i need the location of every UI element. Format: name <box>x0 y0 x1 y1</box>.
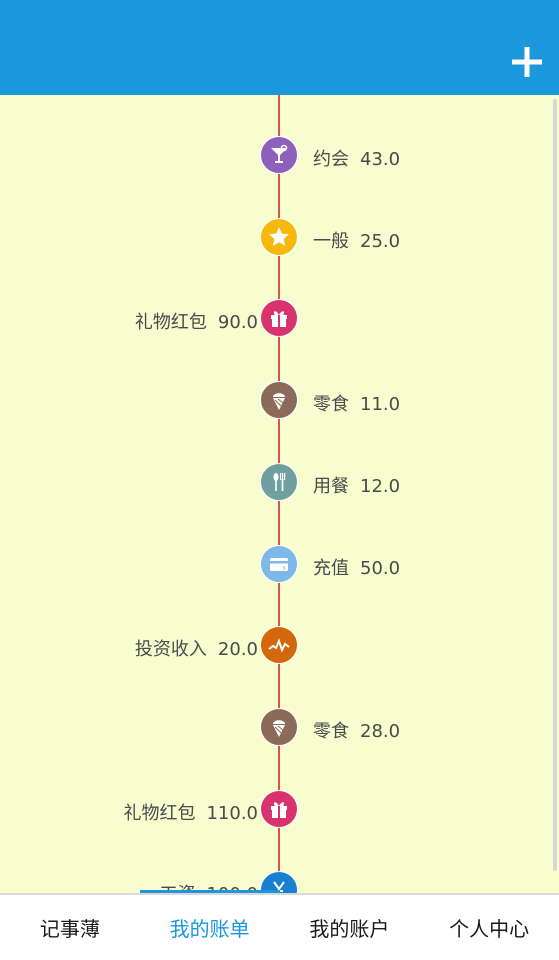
entry-amount: 50.0 <box>360 557 401 579</box>
entry-amount: 20.0 <box>217 639 258 661</box>
scrollbar[interactable] <box>553 99 557 871</box>
entry-category: 零食 <box>313 394 349 416</box>
cocktail-icon <box>260 136 298 174</box>
tab-profile[interactable]: 个人中心 <box>419 895 559 960</box>
entry-category: 用餐 <box>313 475 349 497</box>
svg-text:$: $ <box>283 565 286 571</box>
entry-amount: 90.0 <box>217 312 258 334</box>
entry-text: 一般 25.0 <box>313 227 400 253</box>
entry-text: 用餐 12.0 <box>313 472 400 498</box>
star-icon <box>260 217 298 256</box>
ice-cream-icon <box>260 381 298 420</box>
entry-category: 零食 <box>313 720 349 742</box>
entry-category: 投资收入 <box>134 639 207 661</box>
timeline-entry[interactable]: 零食 11.0 <box>0 381 559 421</box>
entry-amount: 25.0 <box>360 230 401 252</box>
entry-amount: 110.0 <box>206 802 258 824</box>
entry-category: 约会 <box>313 149 349 170</box>
trend-icon <box>260 626 298 665</box>
app-header <box>0 0 559 95</box>
card-icon: $ <box>260 544 298 583</box>
timeline-entry[interactable]: 一般 25.0 <box>0 217 559 258</box>
entry-category: 礼物红包 <box>134 312 207 334</box>
tab-my-bills[interactable]: 我的账单 <box>140 895 280 960</box>
plus-icon <box>512 47 542 77</box>
entry-amount: 12.0 <box>360 475 401 497</box>
entry-amount: 28.0 <box>360 720 401 742</box>
entry-category: 一般 <box>313 230 349 252</box>
entry-text: 约会 43.0 <box>313 145 400 171</box>
utensils-icon <box>260 462 298 501</box>
entry-text: 礼物红包 90.0 <box>135 308 258 334</box>
entry-category: 礼物红包 <box>123 802 196 824</box>
ice-cream-icon <box>260 707 298 746</box>
timeline-entry[interactable]: 约会 43.0 <box>0 136 559 176</box>
gift-icon <box>260 789 298 828</box>
entry-text: 零食 11.0 <box>313 390 400 416</box>
timeline-entry[interactable]: $ 充值 50.0 <box>0 544 559 585</box>
entry-amount: 43.0 <box>360 149 401 170</box>
gift-icon <box>260 299 298 338</box>
entry-text: 投资收入 20.0 <box>135 635 258 661</box>
entry-text: 充值 50.0 <box>313 554 400 580</box>
timeline-entry[interactable]: 投资收入 20.0 <box>0 626 559 666</box>
entry-text: 零食 28.0 <box>313 717 400 743</box>
entry-category: 充值 <box>313 557 349 579</box>
entry-amount: 11.0 <box>360 394 401 416</box>
add-button[interactable] <box>505 40 549 84</box>
timeline-entry[interactable]: 礼物红包 110.0 <box>0 789 559 830</box>
bottom-tab-bar: 记事薄 我的账单 我的账户 个人中心 <box>0 890 559 960</box>
timeline-entry[interactable]: 用餐 12.0 <box>0 462 559 503</box>
timeline-entry[interactable]: 零食 28.0 <box>0 707 559 748</box>
tab-my-accounts[interactable]: 我的账户 <box>280 895 420 960</box>
tab-notebook[interactable]: 记事薄 <box>0 895 140 960</box>
entry-text: 礼物红包 110.0 <box>123 799 258 825</box>
bill-timeline[interactable]: 约会 43.0 一般 25.0 礼物红包 90.0 零食 11.0 用餐 12.0 $ 充值 50.0 投… <box>0 95 559 893</box>
timeline-entry[interactable]: 礼物红包 90.0 <box>0 299 559 339</box>
active-tab-indicator <box>140 890 280 893</box>
